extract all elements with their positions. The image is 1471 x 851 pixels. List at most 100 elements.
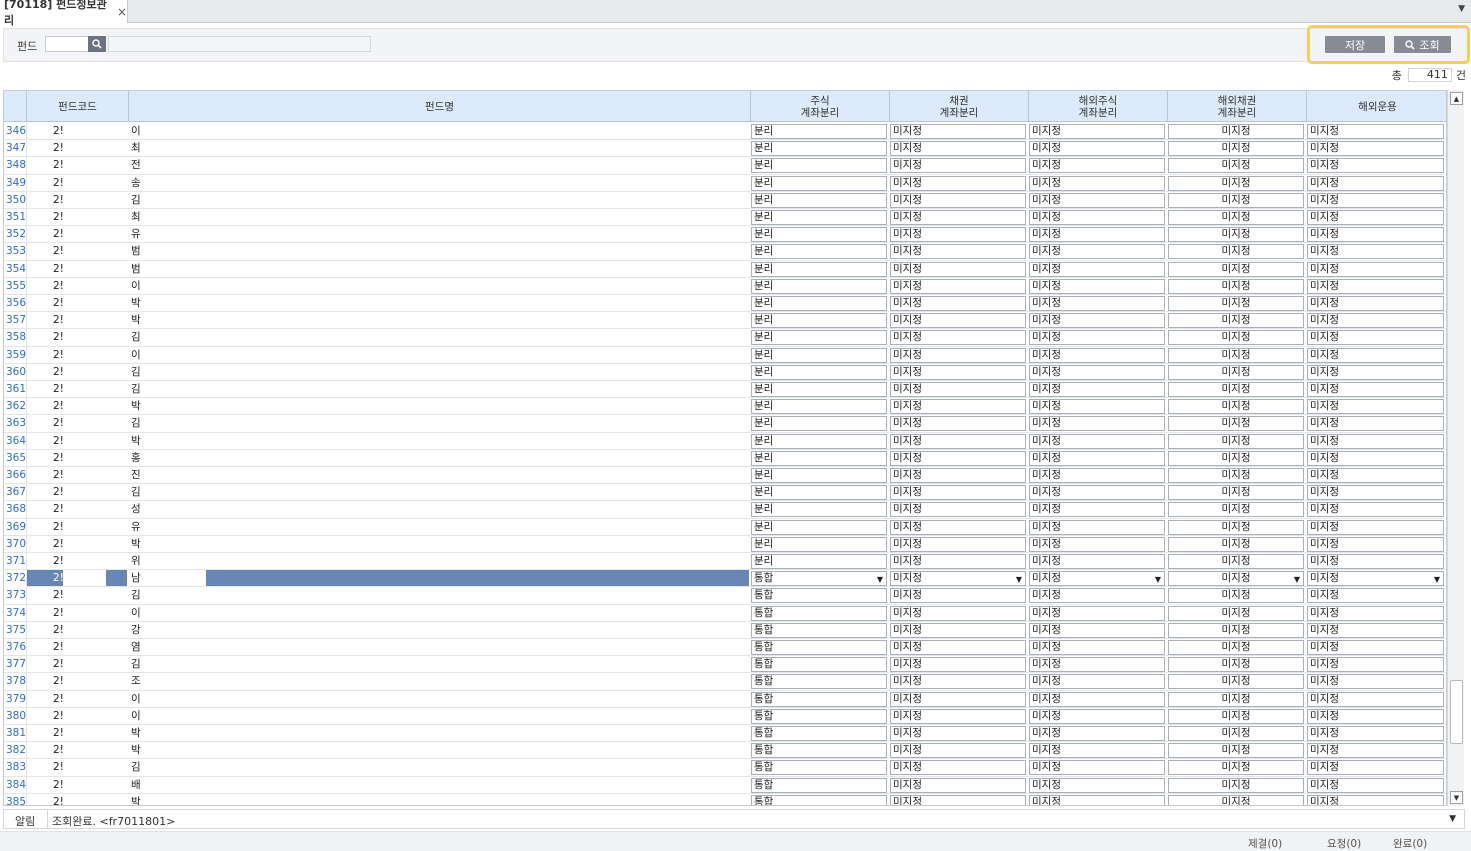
table-row[interactable]: 353 2! 범 분리 미지정 미지정 미지정 미지정: [4, 243, 1446, 261]
stock-split-select[interactable]: 통합: [751, 691, 887, 707]
table-row[interactable]: 366 2! 진 분리 미지정 미지정 미지정 미지정: [4, 467, 1446, 485]
table-row[interactable]: 365 2! 홍 분리 미지정 미지정 미지정 미지정: [4, 449, 1446, 467]
stock-split-select[interactable]: 분리: [751, 278, 887, 294]
bond-split-select[interactable]: 미지정: [890, 502, 1026, 518]
query-button[interactable]: 조회: [1394, 36, 1451, 53]
overseas-stock-split-select[interactable]: 미지정: [1029, 278, 1165, 294]
bond-split-select[interactable]: 미지정: [890, 674, 1026, 690]
stock-split-select[interactable]: 분리: [751, 433, 887, 449]
overseas-bond-split-select[interactable]: 미지정: [1168, 296, 1304, 311]
overseas-management-select[interactable]: 미지정: [1307, 141, 1444, 157]
overseas-bond-split-select[interactable]: 미지정: [1168, 261, 1304, 277]
table-row[interactable]: 348 2! 전 분리 미지정 미지정 미지정 미지정: [4, 157, 1446, 175]
overseas-bond-split-select[interactable]: 미지정: [1168, 726, 1304, 741]
overseas-management-select[interactable]: 미지정: [1307, 313, 1444, 329]
bond-split-select[interactable]: 미지정: [890, 313, 1026, 329]
overseas-bond-split-select[interactable]: 미지정: [1168, 519, 1304, 535]
stock-split-select[interactable]: 분리: [751, 536, 887, 552]
stock-split-select[interactable]: 분리: [751, 296, 887, 311]
stock-split-select[interactable]: 통합: [751, 794, 887, 805]
overseas-bond-split-select[interactable]: 미지정: [1168, 760, 1304, 776]
overseas-stock-split-select[interactable]: 미지정: [1029, 175, 1165, 191]
bond-split-select[interactable]: 미지정: [890, 622, 1026, 638]
overseas-stock-split-select[interactable]: 미지정: [1029, 485, 1165, 501]
overseas-management-select[interactable]: 미지정: [1307, 502, 1444, 518]
overseas-bond-split-select[interactable]: 미지정: [1168, 468, 1304, 483]
stock-split-select[interactable]: 분리: [751, 554, 887, 569]
stock-split-select[interactable]: 통합: [751, 760, 887, 776]
overseas-stock-split-select[interactable]: 미지정: [1029, 468, 1165, 483]
stock-split-select[interactable]: 분리: [751, 347, 887, 363]
overseas-bond-split-select[interactable]: 미지정: [1168, 175, 1304, 191]
table-row[interactable]: 370 2! 박 분리 미지정 미지정 미지정 미지정: [4, 535, 1446, 553]
table-row[interactable]: 356 2! 박 분리 미지정 미지정 미지정 미지정: [4, 295, 1446, 313]
bond-split-select[interactable]: 미지정: [890, 278, 1026, 294]
stock-split-select[interactable]: 분리: [751, 399, 887, 415]
stock-split-select[interactable]: 분리: [751, 227, 887, 243]
table-row[interactable]: 375 2! 강 통합 미지정 미지정 미지정 미지정: [4, 621, 1446, 639]
stock-split-select[interactable]: 통합: [751, 743, 887, 759]
overseas-bond-split-select[interactable]: 미지정: [1168, 502, 1304, 518]
table-row[interactable]: 380 2! 이 통합 미지정 미지정 미지정 미지정: [4, 707, 1446, 725]
overseas-bond-split-select[interactable]: 미지정: [1168, 433, 1304, 449]
stock-split-select[interactable]: 통합 ▼: [751, 571, 887, 587]
overseas-management-select[interactable]: 미지정: [1307, 674, 1444, 690]
stock-split-select[interactable]: 분리: [751, 450, 887, 466]
table-row[interactable]: 352 2! 유 분리 미지정 미지정 미지정 미지정: [4, 226, 1446, 244]
vertical-scrollbar[interactable]: ▲ ▼: [1447, 90, 1464, 806]
overseas-stock-split-select[interactable]: 미지정: [1029, 433, 1165, 449]
overseas-stock-split-select[interactable]: 미지정: [1029, 382, 1165, 397]
overseas-bond-split-select[interactable]: 미지정: [1168, 227, 1304, 243]
header-overseas-management[interactable]: 해외운용: [1307, 91, 1446, 122]
overseas-stock-split-select[interactable]: 미지정: [1029, 192, 1165, 208]
bond-split-select[interactable]: 미지정: [890, 777, 1026, 793]
overseas-bond-split-select[interactable]: 미지정: [1168, 278, 1304, 294]
table-row[interactable]: 362 2! 박 분리 미지정 미지정 미지정 미지정: [4, 398, 1446, 416]
overseas-bond-split-select[interactable]: 미지정 ▼: [1168, 571, 1304, 587]
bond-split-select[interactable]: 미지정: [890, 175, 1026, 191]
overseas-management-select[interactable]: 미지정: [1307, 296, 1444, 311]
overseas-bond-split-select[interactable]: 미지정: [1168, 347, 1304, 363]
overseas-management-select[interactable]: 미지정: [1307, 622, 1444, 638]
stock-split-select[interactable]: 통합: [751, 777, 887, 793]
bond-split-select[interactable]: 미지정: [890, 382, 1026, 397]
table-row[interactable]: 354 2! 범 분리 미지정 미지정 미지정 미지정: [4, 260, 1446, 278]
bond-split-select[interactable]: 미지정: [890, 124, 1026, 139]
table-row[interactable]: 372 2! 남 통합 ▼ 미지정 ▼ 미지정 ▼ 미지정 ▼ 미지정 ▼: [4, 570, 1446, 588]
bond-split-select[interactable]: 미지정: [890, 691, 1026, 707]
overseas-stock-split-select[interactable]: 미지정: [1029, 502, 1165, 518]
overseas-bond-split-select[interactable]: 미지정: [1168, 674, 1304, 690]
bond-split-select[interactable]: 미지정: [890, 158, 1026, 174]
overseas-bond-split-select[interactable]: 미지정: [1168, 777, 1304, 793]
bond-split-select[interactable]: 미지정: [890, 588, 1026, 604]
table-row[interactable]: 349 2! 송 분리 미지정 미지정 미지정 미지정: [4, 174, 1446, 192]
table-row[interactable]: 358 2! 김 분리 미지정 미지정 미지정 미지정: [4, 329, 1446, 347]
table-row[interactable]: 382 2! 박 통합 미지정 미지정 미지정 미지정: [4, 742, 1446, 760]
overseas-management-select[interactable]: 미지정: [1307, 364, 1444, 380]
overseas-management-select[interactable]: 미지정: [1307, 743, 1444, 759]
bond-split-select[interactable]: 미지정: [890, 726, 1026, 741]
bond-split-select[interactable]: 미지정: [890, 640, 1026, 655]
tab-fund-info[interactable]: [70118] 펀드정보관리 ×: [0, 0, 128, 27]
table-row[interactable]: 357 2! 박 분리 미지정 미지정 미지정 미지정: [4, 312, 1446, 330]
overseas-management-select[interactable]: 미지정: [1307, 794, 1444, 805]
stock-split-select[interactable]: 분리: [751, 210, 887, 225]
table-row[interactable]: 350 2! 김 분리 미지정 미지정 미지정 미지정: [4, 191, 1446, 209]
bond-split-select[interactable]: 미지정: [890, 364, 1026, 380]
overseas-management-select[interactable]: 미지정: [1307, 158, 1444, 174]
overseas-stock-split-select[interactable]: 미지정: [1029, 347, 1165, 363]
bond-split-select[interactable]: 미지정: [890, 450, 1026, 466]
overseas-bond-split-select[interactable]: 미지정: [1168, 554, 1304, 569]
overseas-management-select[interactable]: 미지정: [1307, 124, 1444, 139]
overseas-management-select[interactable]: 미지정: [1307, 227, 1444, 243]
overseas-bond-split-select[interactable]: 미지정: [1168, 794, 1304, 805]
overseas-bond-split-select[interactable]: 미지정: [1168, 364, 1304, 380]
chevron-down-icon[interactable]: ▼: [1458, 4, 1465, 14]
search-icon[interactable]: [88, 36, 106, 52]
bond-split-select[interactable]: 미지정: [890, 399, 1026, 415]
overseas-management-select[interactable]: 미지정: [1307, 726, 1444, 741]
overseas-bond-split-select[interactable]: 미지정: [1168, 657, 1304, 673]
overseas-stock-split-select[interactable]: 미지정: [1029, 296, 1165, 311]
stock-split-select[interactable]: 분리: [751, 261, 887, 277]
overseas-stock-split-select[interactable]: 미지정: [1029, 708, 1165, 724]
